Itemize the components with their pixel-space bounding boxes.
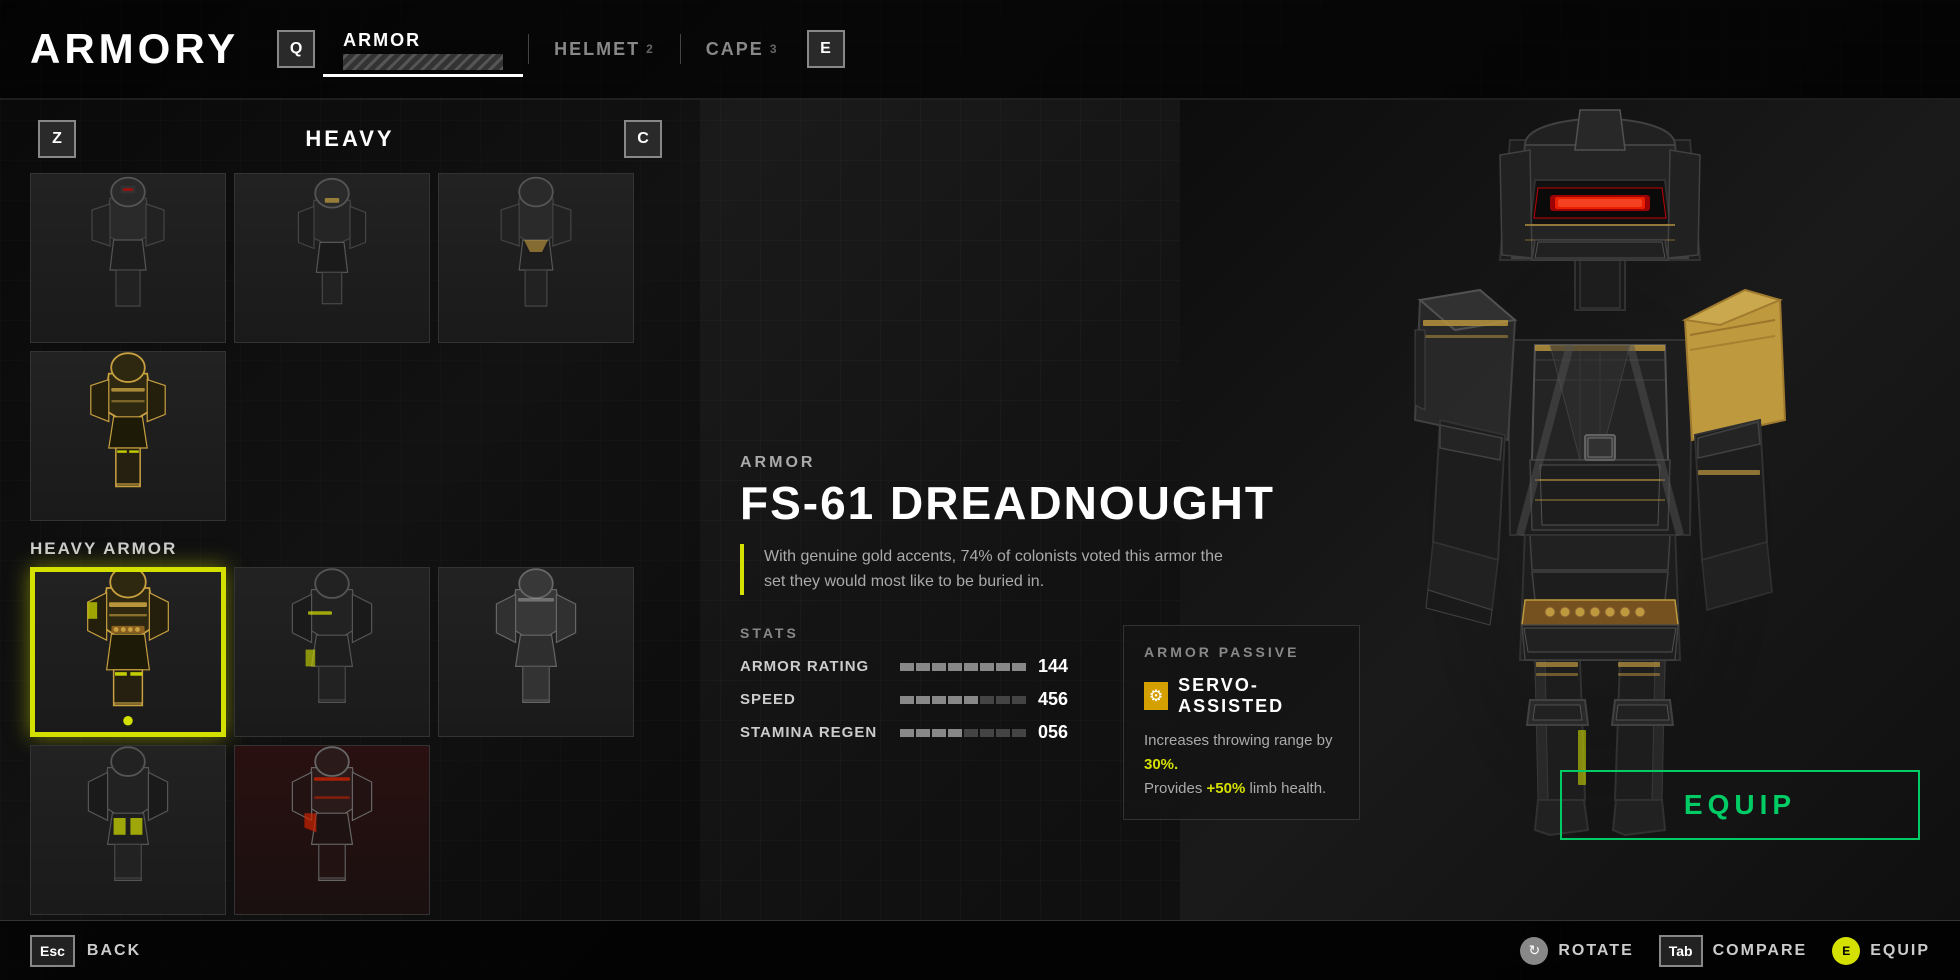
stats-header: STATS: [740, 625, 1083, 641]
armor-item-9[interactable]: [234, 745, 430, 915]
armor-passive-box: ARMOR PASSIVE ⚙ SERVO-ASSISTED Increases…: [1123, 625, 1360, 820]
armor-row-bottom: [30, 745, 670, 915]
key-z[interactable]: Z: [38, 120, 76, 158]
key-q[interactable]: Q: [277, 30, 315, 68]
key-c[interactable]: C: [624, 120, 662, 158]
item-name: FS-61 DREADNOUGHT: [740, 480, 1360, 526]
stat-stamina: STAMINA REGEN: [740, 722, 1083, 743]
stat-value-speed: 456: [1038, 689, 1083, 710]
pips-armor-rating: [900, 663, 1026, 671]
item-description: With genuine gold accents, 74% of coloni…: [764, 544, 1244, 595]
compare-label: COMPARE: [1713, 942, 1808, 960]
tab-armor[interactable]: ARMOR: [323, 22, 523, 77]
stat-speed: SPEED: [740, 689, 1083, 710]
category-nav: Z HEAVY C: [30, 120, 670, 158]
top-bar: ARMORY Q ARMOR HELMET 2 CAPE 3: [0, 0, 1960, 100]
pips-stamina: [900, 729, 1026, 737]
tab-cape[interactable]: CAPE 3: [686, 31, 799, 68]
tab-divider-2: [680, 34, 681, 64]
bottom-right: ↻ ROTATE Tab COMPARE E EQUIP: [1520, 935, 1930, 967]
armor-item-6[interactable]: [234, 567, 430, 737]
tab-navigation: ARMOR HELMET 2 CAPE 3: [323, 22, 798, 77]
equip-bottom-label: EQUIP: [1870, 942, 1930, 960]
armor-item-2[interactable]: [234, 173, 430, 343]
rotate-label: ROTATE: [1558, 942, 1633, 960]
armor-row-mid: [30, 351, 670, 521]
armor-row-top: [30, 173, 670, 343]
item-description-wrap: With genuine gold accents, 74% of coloni…: [740, 544, 1360, 595]
equip-button[interactable]: EQUIP: [1560, 770, 1920, 840]
armor-item-8[interactable]: [30, 745, 226, 915]
passive-name: SERVO-ASSISTED: [1178, 675, 1339, 717]
rotate-group: ↻ ROTATE: [1520, 937, 1633, 965]
stats-passive-row: STATS ARMOR RATING: [740, 625, 1360, 820]
left-panel: Z HEAVY C: [0, 100, 700, 920]
passive-icon: ⚙: [1144, 682, 1168, 710]
rotate-icon[interactable]: ↻: [1520, 937, 1548, 965]
compare-group: Tab COMPARE: [1659, 935, 1807, 967]
bottom-bar: Esc BACK ↻ ROTATE Tab COMPARE E EQUIP: [0, 920, 1960, 980]
item-category: ARMOR: [740, 454, 1360, 472]
tab-helmet[interactable]: HELMET 2: [534, 31, 675, 68]
category-title: HEAVY: [305, 126, 394, 152]
stat-value-armor: 144: [1038, 656, 1083, 677]
section-label-heavy: HEAVY ARMOR: [30, 539, 670, 559]
armor-item-3[interactable]: [438, 173, 634, 343]
bottom-left: Esc BACK: [30, 935, 141, 967]
armor-item-5[interactable]: [30, 567, 226, 737]
equip-icon[interactable]: E: [1832, 937, 1860, 965]
armor-item-1[interactable]: [30, 173, 226, 343]
equip-button-container: EQUIP: [1560, 770, 1920, 840]
armor-item-7[interactable]: [438, 567, 634, 737]
key-e[interactable]: E: [807, 30, 845, 68]
content-area: Z HEAVY C: [0, 100, 1960, 920]
title-armory: ARMORY: [30, 25, 239, 73]
armor-row-heavy: [30, 567, 670, 737]
equip-bottom-group: E EQUIP: [1832, 937, 1930, 965]
stat-value-stamina: 056: [1038, 722, 1083, 743]
pips-speed: [900, 696, 1026, 704]
stat-armor-rating: ARMOR RATING: [740, 656, 1083, 677]
tab-divider-1: [528, 34, 529, 64]
key-tab[interactable]: Tab: [1659, 935, 1703, 967]
passive-description: Increases throwing range by 30%. Provide…: [1144, 729, 1339, 801]
active-tab-indicator: [343, 54, 503, 70]
passive-title-row: ⚙ SERVO-ASSISTED: [1144, 675, 1339, 717]
item-details: ARMOR FS-61 DREADNOUGHT With genuine gol…: [740, 454, 1360, 840]
back-label: BACK: [87, 942, 141, 960]
stats-section: STATS ARMOR RATING: [740, 625, 1083, 820]
passive-header: ARMOR PASSIVE: [1144, 644, 1339, 660]
right-panel: ARMOR FS-61 DREADNOUGHT With genuine gol…: [700, 100, 1960, 920]
armor-item-4[interactable]: [30, 351, 226, 521]
key-esc[interactable]: Esc: [30, 935, 75, 967]
